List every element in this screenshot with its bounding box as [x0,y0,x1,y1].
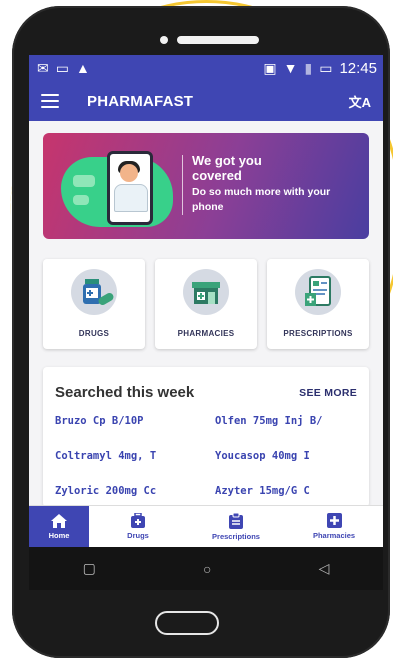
status-time: 12:45 [339,59,377,77]
signal-icon: ▮ [304,59,313,76]
mail-icon: ✉ [37,59,49,76]
searched-this-week-panel: Searched this week SEE MORE Bruzo Cp B/1… [43,367,369,507]
searched-drug-item[interactable]: Bruzo Cp B/10P [55,415,197,427]
category-cards: DRUGS PHARMACIES PRESCRIPTIONS [43,259,369,349]
nav-prescriptions-label: Prescriptions [212,531,260,541]
nav-home-label: Home [48,530,70,540]
earpiece-speaker [177,36,259,44]
translate-icon[interactable]: 文A [349,92,371,111]
plus-cross-icon [326,513,342,528]
searched-title: Searched this week [55,384,195,401]
medical-bag-icon [131,513,145,528]
prescriptions-card[interactable]: PRESCRIPTIONS [267,259,369,349]
nfc-icon: ▣ [263,59,277,76]
system-navigation-bar: ▢ ○ ◁ [29,547,383,590]
searched-drug-item[interactable]: Coltramyl 4mg, T [55,450,197,462]
nav-home[interactable]: Home [29,506,89,547]
app-screen: ✉ ▭ ▲ ▣ ▼ ▮ ▭ 12:45 PHARMAFAST 文A We got… [29,55,383,590]
chat-bubble-icon [73,175,95,187]
searched-drug-item[interactable]: Olfen 75mg Inj B/ [215,415,357,427]
wifi-icon: ▼ [283,60,298,76]
banner-subtitle: Do so much more with your phone [192,186,331,213]
chat-bubble-icon [73,195,89,205]
nav-drugs-label: Drugs [127,531,149,540]
searched-drug-item[interactable]: Zyloric 200mg Cc [55,485,197,497]
physical-home-button[interactable] [155,611,219,635]
clipboard-icon [229,512,243,529]
banner-title: We got you covered [192,153,262,183]
drugs-card[interactable]: DRUGS [43,259,145,349]
banner-divider [182,155,183,215]
system-home-icon[interactable]: ○ [203,561,211,577]
warning-icon: ▲ [75,60,90,76]
battery-icon: ▭ [319,59,333,76]
doctor-on-phone-illustration [107,151,153,225]
nav-pharmacies-label: Pharmacies [312,531,356,540]
prescription-icon [295,269,341,315]
back-icon[interactable]: ◁ [319,560,330,577]
see-more-link[interactable]: SEE MORE [299,387,357,399]
cast-icon: ▭ [55,59,69,76]
prescriptions-card-label: PRESCRIPTIONS [283,329,353,338]
hamburger-menu-icon[interactable] [41,94,59,108]
status-bar: ✉ ▭ ▲ ▣ ▼ ▮ ▭ 12:45 [29,55,383,81]
searched-drug-item[interactable]: Azyter 15mg/G C [215,485,357,497]
app-title: PHARMAFAST [87,92,194,110]
app-bar: PHARMAFAST 文A [29,81,383,121]
recent-apps-icon[interactable]: ▢ [83,560,96,577]
pharmacies-card[interactable]: PHARMACIES [155,259,257,349]
drugs-card-label: DRUGS [78,329,110,338]
medicine-bottle-icon [71,269,117,315]
promo-banner[interactable]: We got you covered Do so much more with … [43,133,369,239]
home-icon [51,513,67,528]
nav-pharmacies[interactable]: Pharmacies [285,506,383,547]
searched-drug-item[interactable]: Youcasop 40mg I [215,450,357,462]
nav-drugs[interactable]: Drugs [89,506,187,547]
nav-prescriptions[interactable]: Prescriptions [187,506,285,547]
pharmacies-card-label: PHARMACIES [177,329,235,338]
front-camera [160,36,168,44]
bottom-navigation: Home Drugs Prescriptions Pharmacies [29,505,383,547]
pharmacy-store-icon [183,269,229,315]
